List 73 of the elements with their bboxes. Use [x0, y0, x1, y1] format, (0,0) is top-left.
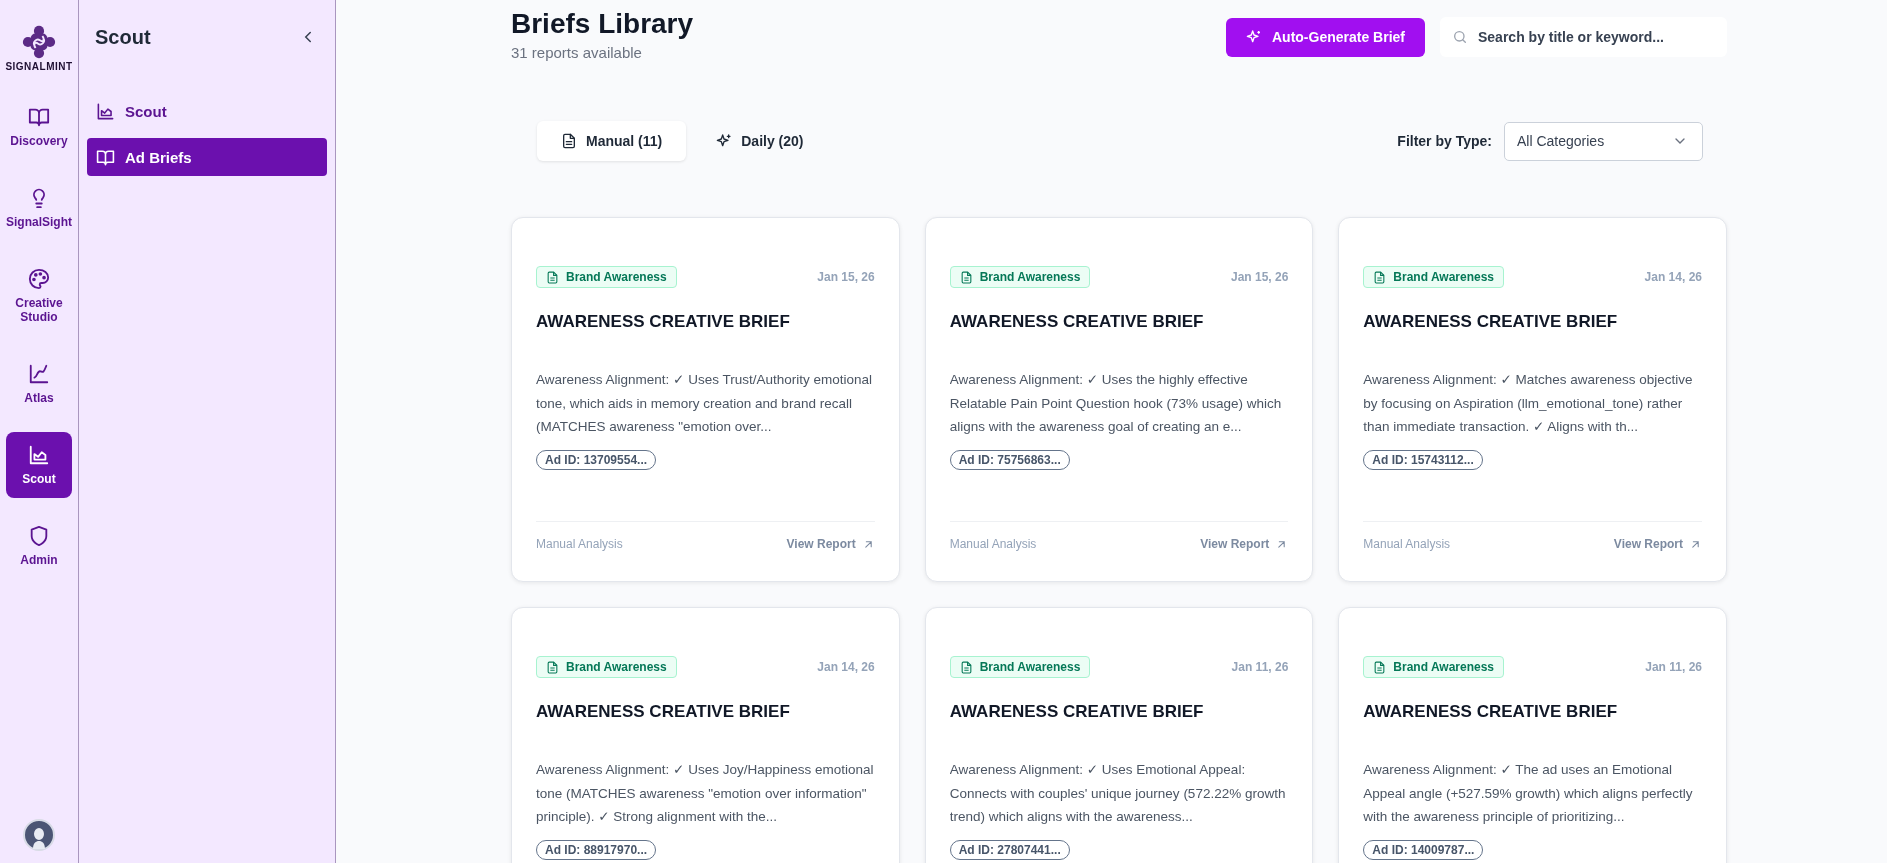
- analysis-source: Manual Analysis: [536, 537, 623, 551]
- sidebar-item[interactable]: Ad Briefs: [87, 138, 327, 176]
- brief-description: Awareness Alignment: ✓ Uses Trust/Authority emotional tone, which aids in memory creation and brand recall (MATCHES awareness "emotion over...: [536, 371, 873, 436]
- sparkle-icon: [716, 133, 733, 149]
- view-report-link[interactable]: View Report: [786, 537, 875, 551]
- category-badge: Brand Awareness: [1363, 656, 1505, 678]
- area-chart-icon: [28, 444, 50, 466]
- nav-item[interactable]: SignalSight: [6, 175, 72, 241]
- brief-date: Jan 14, 26: [817, 660, 875, 674]
- nav-item[interactable]: Atlas: [6, 351, 72, 417]
- brief-title: AWARENESS CREATIVE BRIEF: [949, 702, 1204, 722]
- category-badge: Brand Awareness: [949, 266, 1091, 288]
- brief-title: AWARENESS CREATIVE BRIEF: [1363, 312, 1618, 332]
- logo-icon: [22, 25, 56, 59]
- brief-card[interactable]: [924, 607, 1314, 863]
- document-icon: [959, 270, 973, 284]
- brief-date: Jan 11, 26: [1231, 660, 1289, 674]
- tab[interactable]: Manual (11): [537, 121, 687, 161]
- auto-generate-button[interactable]: Auto-Generate Brief: [1225, 17, 1425, 57]
- search-field[interactable]: Search by title or keyword...: [1440, 17, 1727, 57]
- logo-text: SIGNALMINT: [5, 61, 73, 72]
- brief-card[interactable]: [511, 217, 900, 582]
- page-title: Briefs Library: [511, 8, 694, 40]
- line-chart-icon: [28, 363, 50, 385]
- document-icon: [546, 270, 559, 284]
- analysis-source: Manual Analysis: [949, 537, 1037, 551]
- brief-date: Jan 15, 26: [1230, 270, 1289, 284]
- category-badge: Brand Awareness: [1363, 266, 1505, 288]
- shield-icon: [28, 525, 50, 547]
- brief-title: AWARENESS CREATIVE BRIEF: [949, 312, 1204, 332]
- brief-description: Awareness Alignment: ✓ Matches awareness objective by focusing on Aspiration (llm_emotional_tone) rather than immediate transaction. ✓ Aligns with th...: [1363, 371, 1694, 436]
- category-badge: Brand Awareness: [536, 656, 677, 678]
- sparkle-icon: [1245, 29, 1262, 45]
- open-book-icon: [28, 106, 50, 128]
- brief-description: Awareness Alignment: ✓ The ad uses an Emotional Appeal angle (+527.59% growth) which aligns perfectly with the awareness principle of prioritizing...: [1363, 761, 1694, 826]
- view-report-link[interactable]: View Report: [1200, 537, 1289, 551]
- brief-description: Awareness Alignment: ✓ Uses Emotional Appeal: Connects with couples' unique journey (572.22% growth trend) which aligns with the awareness...: [949, 761, 1287, 826]
- brief-description: Awareness Alignment: ✓ Uses Joy/Happiness emotional tone (MATCHES awareness "emotion over information" principle). ✓ Strong alignment with the...: [536, 761, 875, 826]
- nav-item[interactable]: Admin: [6, 513, 72, 579]
- analysis-source: Manual Analysis: [1363, 537, 1451, 551]
- sidebar-title: Scout: [95, 25, 151, 49]
- palette-icon: [28, 268, 50, 290]
- brief-title: AWARENESS CREATIVE BRIEF: [536, 702, 790, 722]
- area-chart-icon: [96, 101, 115, 121]
- nav-item[interactable]: Scout: [6, 432, 72, 498]
- search-icon: [1452, 29, 1468, 45]
- nav-item[interactable]: Discovery: [6, 94, 72, 160]
- filter-label: Filter by Type:: [1397, 133, 1492, 149]
- brief-card[interactable]: [1338, 217, 1727, 582]
- brief-card[interactable]: [924, 217, 1314, 582]
- category-dropdown[interactable]: All Categories: [1504, 121, 1703, 161]
- document-icon: [1373, 270, 1387, 284]
- view-report-link[interactable]: View Report: [1613, 537, 1702, 551]
- brief-date: Jan 15, 26: [817, 270, 875, 284]
- document-icon: [561, 133, 577, 149]
- nav-item[interactable]: Creative Studio: [6, 256, 72, 336]
- category-badge: Brand Awareness: [536, 266, 677, 288]
- report-count: 31 reports available: [511, 44, 643, 61]
- brief-card[interactable]: [511, 607, 900, 863]
- brief-title: AWARENESS CREATIVE BRIEF: [536, 312, 790, 332]
- document-icon: [959, 660, 973, 674]
- category-badge: Brand Awareness: [949, 656, 1091, 678]
- brief-date: Jan 11, 26: [1645, 660, 1702, 674]
- tab[interactable]: Daily (20): [692, 121, 828, 161]
- brief-card[interactable]: [1338, 607, 1727, 863]
- brief-date: Jan 14, 26: [1644, 270, 1702, 284]
- open-book-icon: [96, 147, 115, 167]
- document-icon: [546, 660, 559, 674]
- brief-description: Awareness Alignment: ✓ Uses the highly effective Relatable Pain Point Question hook (73% usage) which aligns with the awareness goal of creating an e...: [949, 371, 1283, 436]
- document-icon: [1373, 660, 1387, 674]
- sidebar-item[interactable]: Scout: [87, 92, 327, 130]
- brief-title: AWARENESS CREATIVE BRIEF: [1363, 702, 1618, 722]
- avatar-icon[interactable]: [23, 819, 55, 851]
